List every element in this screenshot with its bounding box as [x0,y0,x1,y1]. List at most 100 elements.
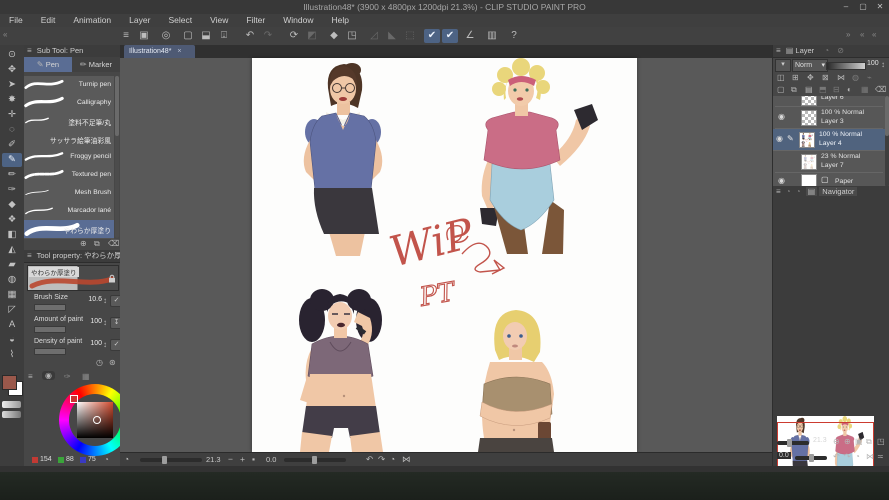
delete-subtool-icon[interactable]: ⌫ [108,239,119,248]
density-of-paint-stepper[interactable]: ↕ [103,340,107,349]
decoration-tool-icon[interactable]: ❖ [2,213,22,227]
auto-select-tool-icon[interactable]: ✸ [2,93,22,107]
invert-selection-icon[interactable]: ◩ [304,29,320,43]
new-layer-folder-icon[interactable]: ▤ [805,85,813,94]
deselect-icon[interactable]: ⟳ [286,29,302,43]
canvas-tab[interactable]: Illustration48* × [124,45,195,58]
panel-menu-icon[interactable]: ≡ [24,251,35,260]
collapse-left-icon[interactable]: « [3,30,7,39]
lock-icon[interactable] [108,274,116,283]
brush-item[interactable]: サッサラ絵筆油彩風 [24,130,114,149]
panel-menu-icon[interactable]: ≡ [24,46,35,55]
brush-item[interactable]: Calligraphy [24,94,114,113]
color-set-tab-icon[interactable]: ▦ [82,372,90,381]
reset-rotation-icon[interactable]: ◔ [855,452,860,461]
blend-mode-dropdown[interactable]: Norm ▾ [792,59,828,72]
clip-to-layer-below-icon[interactable]: ◫ [777,73,785,82]
redo-icon[interactable]: ↷ [260,29,276,43]
layer-list-scrollbar[interactable] [885,96,889,186]
merge-with-lower-icon[interactable]: ⊟ [833,85,840,94]
amount-of-paint-stepper[interactable]: ↕ [103,318,107,327]
apply-mask-icon[interactable]: ▦ [861,85,869,94]
menu-select[interactable]: Select [159,14,201,27]
zoom-in-icon[interactable]: ⊕ [844,437,851,446]
transfer-to-lower-icon[interactable]: ⬒ [819,85,827,94]
flip-vertical-icon[interactable]: ≍ [877,452,884,461]
rotate-right-icon[interactable]: ↷ [844,452,851,461]
new-vector-layer-icon[interactable]: ⧉ [791,85,797,95]
blend-tool-icon[interactable]: ◭ [2,243,22,257]
subview-tab-icon[interactable]: ◔ [786,187,791,196]
brush-item[interactable]: 塗料不足筆/丸 [24,112,114,131]
create-layer-mask-icon[interactable]: ◐ [847,85,852,94]
panel-extra-icon[interactable]: ◔ [816,46,829,55]
menu-window[interactable]: Window [274,14,322,27]
canvas-tab-close-icon[interactable]: × [173,48,181,55]
foreground-color-swatch[interactable] [2,375,17,390]
collapse-right2-icon[interactable]: « [872,30,876,39]
brush-tool-icon[interactable]: ✑ [2,183,22,197]
layer-visibility-icon[interactable]: ◉ [778,176,785,185]
airbrush-tool-icon[interactable]: ◆ [2,198,22,212]
line-correction-icon[interactable]: ∠ [462,29,478,43]
ruler-visibility-icon[interactable]: ⌁ [867,73,872,82]
opacity-stepper-icon[interactable]: ↕ [881,60,885,69]
layer-row[interactable]: ◉ 100 % Normal Layer 3 [775,107,883,129]
layer-row-selected[interactable]: ◉ ✎ 100 % Normal Layer 4 [773,129,885,151]
lock-transparent-pixels-icon[interactable]: ⋈ [837,73,845,82]
brush-size-value[interactable]: 10.6 [80,296,102,303]
open-document-icon[interactable]: ⬓ [198,29,214,43]
delete-layer-icon[interactable]: ⌫ [875,85,886,94]
color-wheel-tab-icon[interactable]: ◉ [42,371,55,380]
crop-to-selection-icon[interactable]: ◳ [344,29,360,43]
opacity-value[interactable]: 100 [867,60,879,67]
panel-menu-icon[interactable]: ≡ [28,372,33,381]
fit-to-window-icon[interactable]: ▣ [855,437,863,446]
rotate-right-icon[interactable]: ↷ [378,453,385,466]
operation-tool-icon[interactable]: ➤ [2,78,22,92]
gradient-tool-icon[interactable]: ◍ [2,273,22,287]
brush-item[interactable]: Marcador lané [24,202,114,221]
move-layer-tool-icon[interactable]: ✛ [2,108,22,122]
quick-access-tab-icon[interactable]: ◔ [793,187,804,196]
smooth-line-toggle-icon[interactable]: ✔ [424,29,440,43]
opacity-slider[interactable] [826,62,866,70]
detail-settings-icon[interactable]: ⊛ [109,358,116,367]
zoom-slider[interactable] [140,456,202,464]
layer-row[interactable]: ◉ ▢ Paper [775,173,883,186]
hue-marker[interactable] [70,395,78,403]
main-menu-icon[interactable]: ≡ [118,29,134,43]
flip-horizontal-icon[interactable]: ⋈ [866,452,874,461]
menu-animation[interactable]: Animation [64,14,120,27]
duplicate-subtool-icon[interactable]: ⧉ [94,239,100,249]
selection-tool-icon[interactable]: ◌ [2,123,22,137]
curve-snap-toggle-icon[interactable]: ✔ [442,29,458,43]
maximize-button[interactable]: ▢ [855,0,871,14]
balloon-tool-icon[interactable]: ◒ [2,333,22,347]
snap-to-special-ruler-icon[interactable]: ◣ [384,29,400,43]
brush-item[interactable]: Froggy pencil [24,148,114,167]
amount-of-paint-value[interactable]: 100 [80,318,102,325]
layer-visibility-icon[interactable]: ◉ [776,134,783,143]
rotate-left-icon[interactable]: ↶ [366,453,373,466]
reset-rotation-icon[interactable]: ◔ [390,453,395,466]
zoom-out-icon[interactable]: ⊖ [833,437,840,446]
subtool-scrollbar[interactable] [115,76,119,238]
text-tool-icon[interactable]: A [2,318,22,332]
frame-border-tool-icon[interactable]: ◸ [2,303,22,317]
layer-visibility-icon[interactable]: ◉ [778,112,785,121]
color-mode-icon[interactable]: ◔ [104,455,109,464]
add-subtool-icon[interactable]: ⊕ [80,239,87,248]
gradient-strip-2[interactable] [2,411,21,418]
menu-filter[interactable]: Filter [237,14,274,27]
hand-tool-icon[interactable]: ✥ [2,63,22,77]
new-raster-layer-icon[interactable]: ▢ [777,85,785,94]
lock-layer-icon[interactable]: ⊠ [822,73,829,82]
eyedropper-tool-icon[interactable]: ✐ [2,138,22,152]
amount-of-paint-track[interactable] [34,326,66,333]
eraser-shortcut-icon[interactable]: ◆ [326,29,342,43]
fill-tool-icon[interactable]: ▰ [2,258,22,272]
save-document-icon[interactable]: ⍗ [216,29,232,43]
correct-line-tool-icon[interactable]: ⌇ [2,348,22,362]
rotate-left-icon[interactable]: ↶ [833,452,840,461]
